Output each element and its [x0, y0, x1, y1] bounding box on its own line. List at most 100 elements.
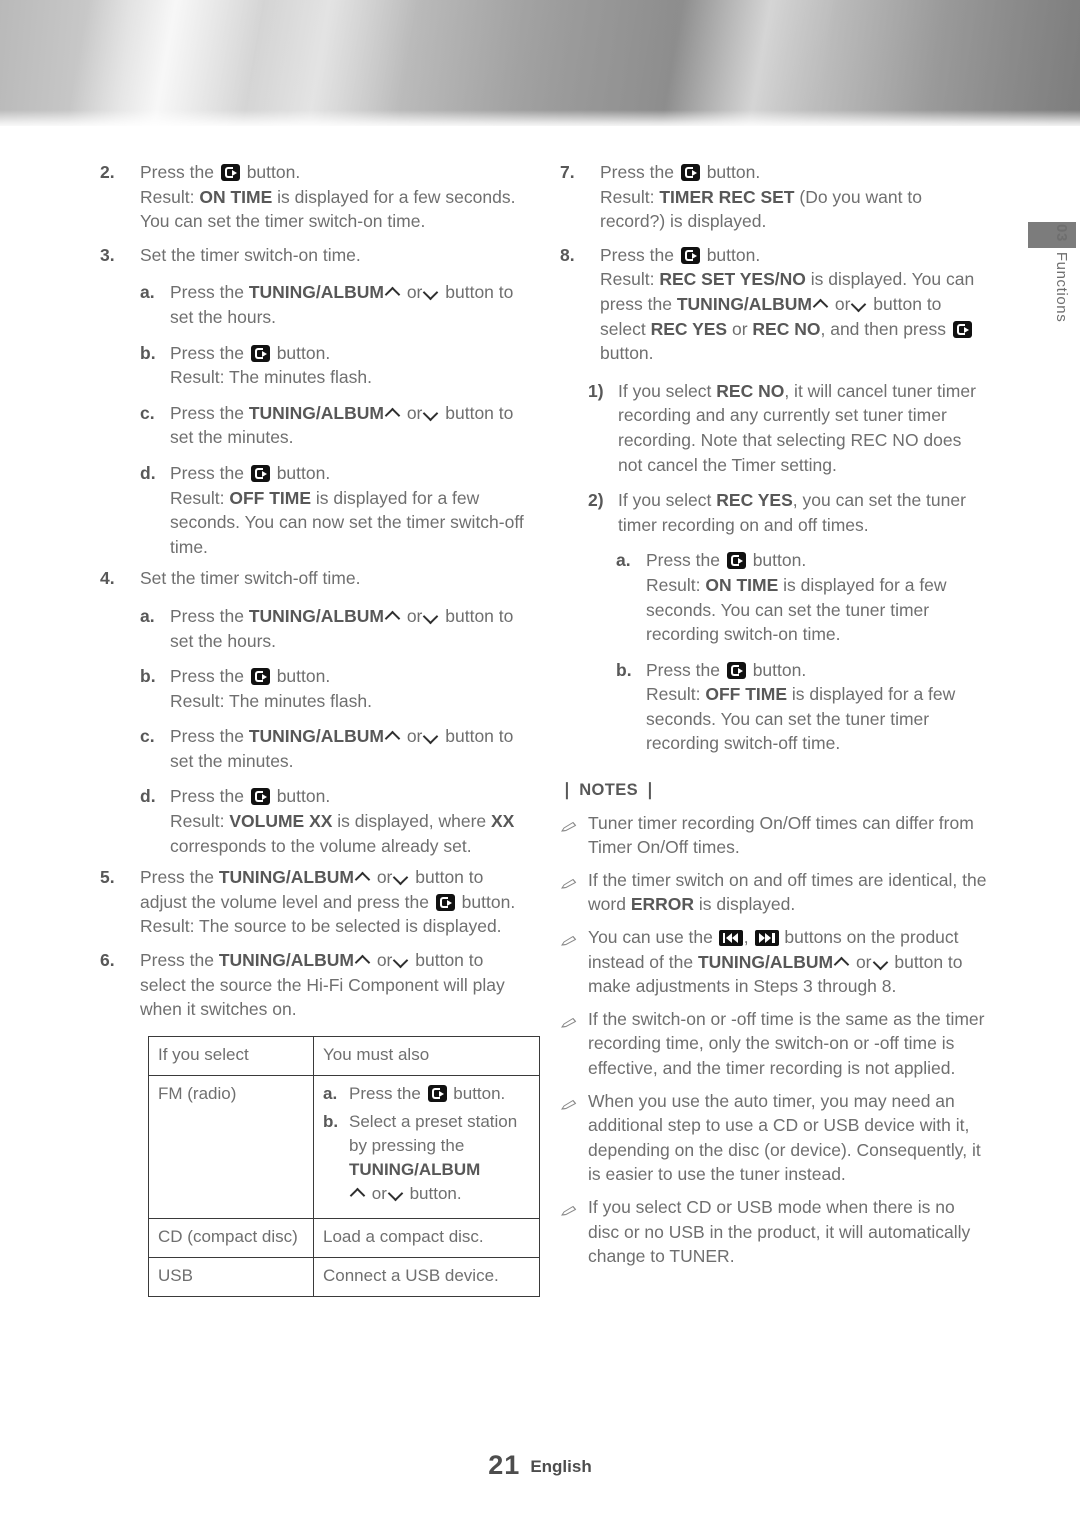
pencil-icon [560, 811, 588, 860]
pencil-icon [560, 925, 588, 999]
step-3d-post: button. [276, 462, 331, 483]
step-7-result-bold: TIMER REC SET [659, 186, 795, 207]
step-8-sub-1-marker: 1) [588, 380, 604, 401]
enter-button-icon [680, 164, 700, 181]
step-8-sub-2a-pre: Press the [646, 550, 720, 571]
table-row: CD (compact disc) Load a compact disc. [148, 1217, 540, 1258]
step-3a-mid: or [406, 282, 423, 303]
step-4d-result-label: Result: [170, 811, 225, 832]
chevron-up-icon [356, 954, 370, 968]
note-text-post: is displayed. [698, 894, 796, 915]
page-number: 21 [488, 1450, 521, 1480]
table-cell-cd: CD (compact disc) [148, 1217, 314, 1258]
note-item: If the timer switch on and off times are… [560, 868, 990, 917]
page-footer: 21 English [0, 1450, 1080, 1481]
step-7-pre: Press the [600, 162, 674, 182]
chevron-up-icon [386, 286, 400, 300]
notes-heading: ❘ NOTES ❘ [560, 781, 658, 800]
step-4d-result-rest: corresponds to the volume already set. [170, 835, 472, 856]
pencil-icon [560, 1089, 588, 1187]
fm-action-a: a. Press the button. [323, 1082, 530, 1106]
step-4a-mid: or [406, 605, 423, 626]
enter-button-icon [250, 668, 270, 686]
pencil-icon [560, 868, 588, 917]
step-3c-mid: or [406, 402, 423, 423]
step-8-sub-2-bold: REC YES [716, 490, 793, 511]
step-8-sub-2a: a. Press the button. Result: ON TIME is … [616, 548, 990, 646]
enter-button-icon [680, 246, 700, 264]
chevron-up-icon [351, 1187, 365, 1201]
table-header-action: You must also [313, 1035, 540, 1076]
chevron-up-icon [386, 407, 400, 421]
step-4c-mid: or [406, 726, 423, 747]
enter-button-icon [220, 164, 240, 181]
step-5-post2: button. [461, 891, 516, 912]
step-3-substeps: a. Press the TUNING/ALBUM or button to s… [140, 280, 530, 559]
note-item: When you use the auto timer, you may nee… [560, 1089, 990, 1187]
step-4b: b. Press the button. Result: The minutes… [140, 664, 530, 713]
step-2-pre: Press the [140, 162, 214, 182]
note-text-mid2: or [855, 951, 872, 972]
step-8-sub-2b-result-label: Result: [646, 684, 701, 705]
step-4b-marker: b. [140, 666, 156, 687]
fm-action-b-post: button. [409, 1183, 462, 1203]
enter-button-icon [250, 464, 270, 482]
step-3b: b. Press the button. Result: The minutes… [140, 341, 530, 390]
step-8-result-bold: REC SET YES/NO [659, 269, 806, 290]
step-8: 8. Press the button. Result: REC SET YES… [560, 243, 990, 366]
step-3a-pre: Press the [170, 282, 244, 303]
step-8-sub-2a-post: button. [752, 550, 807, 571]
source-table: If you select You must also FM (radio) a… [148, 1035, 540, 1297]
step-2-result-rest: is displayed for a few seconds. You can … [140, 186, 516, 232]
chevron-up-icon [386, 610, 400, 624]
right-column: 7. Press the button. Result: TIMER REC S… [560, 160, 990, 1277]
step-3c: c. Press the TUNING/ALBUM or button to s… [140, 401, 530, 450]
table-cell-fm-actions: a. Press the button. b. Select a preset … [313, 1074, 540, 1219]
enter-button-icon [250, 344, 270, 362]
fm-action-a-pre: Press the [349, 1083, 421, 1103]
step-3d-result-bold: OFF TIME [229, 487, 311, 508]
table-header-row: If you select You must also [148, 1035, 540, 1076]
step-4c-bold: TUNING/ALBUM [248, 726, 384, 747]
step-8-result-bold2: TUNING/ALBUM [676, 293, 812, 314]
note-text-bold: TUNING/ALBUM [697, 951, 834, 972]
step-2-marker: 2. [100, 162, 115, 182]
step-4a-pre: Press the [170, 605, 244, 626]
step-5-bold: TUNING/ALBUM [218, 867, 354, 888]
step-5-pre: Press the [140, 867, 214, 888]
step-4d-marker: d. [140, 786, 156, 807]
step-3-text: Set the timer switch-on time. [140, 244, 361, 265]
table-row: FM (radio) a. Press the button. b. Selec… [148, 1074, 540, 1219]
step-4b-pre: Press the [170, 666, 244, 687]
table-header-select: If you select [148, 1035, 314, 1076]
step-6-bold: TUNING/ALBUM [218, 950, 354, 971]
previous-track-icon [718, 930, 743, 947]
note-text: Tuner timer recording On/Off times can d… [588, 812, 974, 858]
chevron-up-icon [835, 956, 849, 970]
note-item: Tuner timer recording On/Off times can d… [560, 811, 990, 860]
step-4c-pre: Press the [170, 726, 244, 747]
step-3d: d. Press the button. Result: OFF TIME is… [140, 461, 530, 559]
step-4a-marker: a. [140, 605, 155, 626]
table-row: USB Connect a USB device. [148, 1256, 540, 1297]
step-3d-result-label: Result: [170, 487, 225, 508]
step-4: 4. Set the timer switch-off time. [100, 566, 530, 591]
step-4d-post: button. [276, 786, 331, 807]
step-3d-pre: Press the [170, 462, 244, 483]
enter-button-icon [952, 320, 972, 338]
step-8-sub-1-bold: REC NO [716, 380, 785, 401]
step-4c: c. Press the TUNING/ALBUM or button to s… [140, 724, 530, 773]
step-4d-result-mid: is displayed, where [337, 811, 487, 832]
note-text: If you select CD or USB mode when there … [588, 1196, 971, 1267]
chevron-up-icon [356, 871, 370, 885]
step-8-sub-2a-result-label: Result: [646, 574, 701, 595]
step-5-result: Result: The source to be selected is dis… [140, 916, 502, 937]
step-8-sub-2-marker: 2) [588, 490, 604, 511]
step-7-result-label: Result: [600, 186, 655, 207]
step-6-mid: or [376, 950, 393, 971]
chevron-down-icon [394, 954, 408, 968]
step-2-post: button. [246, 162, 301, 182]
step-3a: a. Press the TUNING/ALBUM or button to s… [140, 280, 530, 329]
chevron-up-icon [814, 298, 828, 312]
chevron-down-icon [424, 610, 438, 624]
